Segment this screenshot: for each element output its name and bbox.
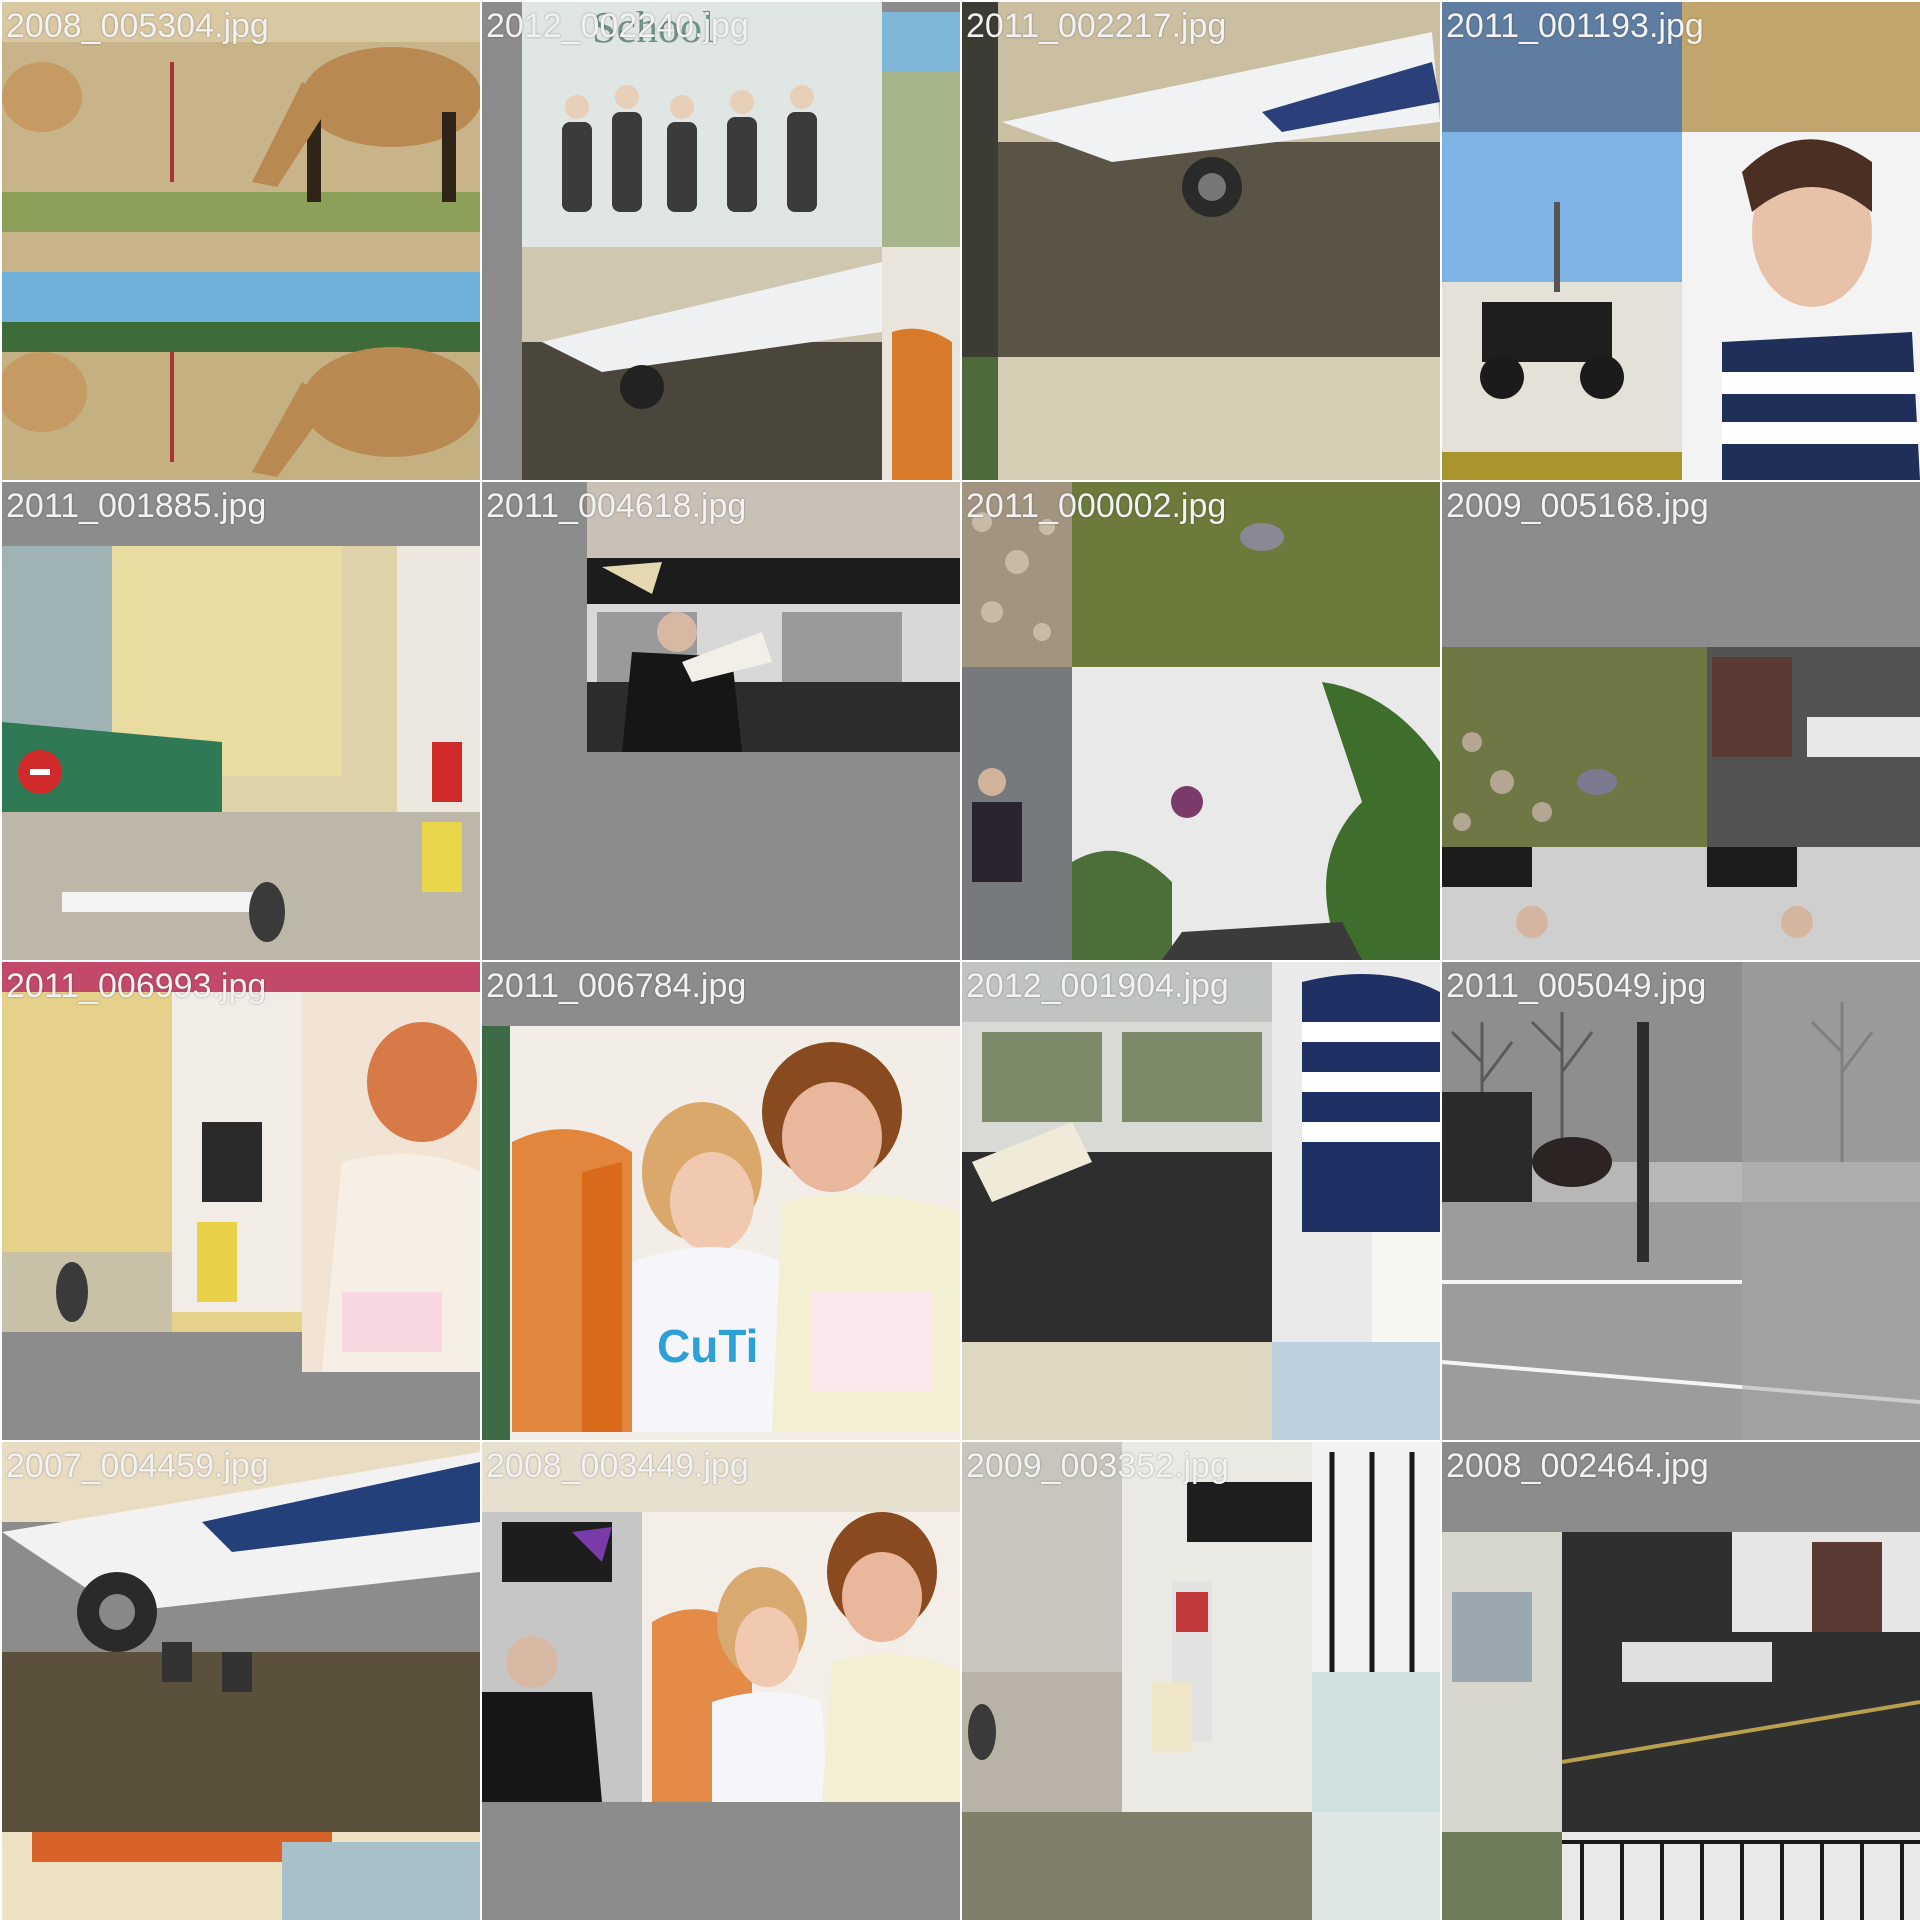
vintage-car-image bbox=[1442, 2, 1920, 480]
image-tile[interactable]: 2011_000002.jpg bbox=[962, 482, 1440, 960]
airplane-tarmac-image bbox=[962, 2, 1440, 480]
image-tile[interactable]: 2011_001885.jpg bbox=[2, 482, 480, 960]
horse-carriage-image bbox=[1442, 962, 1920, 1440]
image-tile[interactable]: 2011_005049.jpg bbox=[1442, 962, 1920, 1440]
bus-terminal-image bbox=[1442, 1442, 1920, 1920]
image-grid: 2008_005304.jpg School 2012_002240.jpg 2… bbox=[0, 0, 1920, 1920]
svg-text:School: School bbox=[592, 3, 714, 52]
image-tile[interactable]: 2011_006993.jpg bbox=[2, 962, 480, 1440]
image-tile[interactable]: 2012_001904.jpg bbox=[962, 962, 1440, 1440]
child-woman-image: CuTi bbox=[482, 962, 960, 1440]
horse-grazing-image bbox=[2, 2, 480, 480]
image-tile[interactable]: 2008_003449.jpg bbox=[482, 1442, 960, 1920]
train-coffee-image bbox=[962, 962, 1440, 1440]
image-tile[interactable]: 2011_004618.jpg bbox=[482, 482, 960, 960]
image-tile[interactable]: CuTi 2011_006784.jpg bbox=[482, 962, 960, 1440]
jumping-group-image: School bbox=[482, 2, 960, 480]
svg-text:CuTi: CuTi bbox=[657, 1320, 758, 1372]
image-tile[interactable]: 2008_005304.jpg bbox=[2, 2, 480, 480]
image-tile[interactable]: 2007_004459.jpg bbox=[2, 1442, 480, 1920]
image-tile[interactable]: 2009_003352.jpg bbox=[962, 1442, 1440, 1920]
street-scene-image bbox=[2, 482, 480, 960]
airplane-building-image bbox=[2, 1442, 480, 1920]
image-tile[interactable]: 2008_002464.jpg bbox=[1442, 1442, 1920, 1920]
passenger-child-image bbox=[482, 1442, 960, 1920]
pigeon-collage-image bbox=[962, 482, 1440, 960]
image-tile[interactable]: School 2012_002240.jpg bbox=[482, 2, 960, 480]
image-tile[interactable]: 2009_005168.jpg bbox=[1442, 482, 1920, 960]
train-reader-image bbox=[482, 482, 960, 960]
image-tile[interactable]: 2011_001193.jpg bbox=[1442, 2, 1920, 480]
image-tile[interactable]: 2011_002217.jpg bbox=[962, 2, 1440, 480]
street-woman-image bbox=[2, 962, 480, 1440]
bus-collage-image bbox=[1442, 482, 1920, 960]
storefront-image bbox=[962, 1442, 1440, 1920]
